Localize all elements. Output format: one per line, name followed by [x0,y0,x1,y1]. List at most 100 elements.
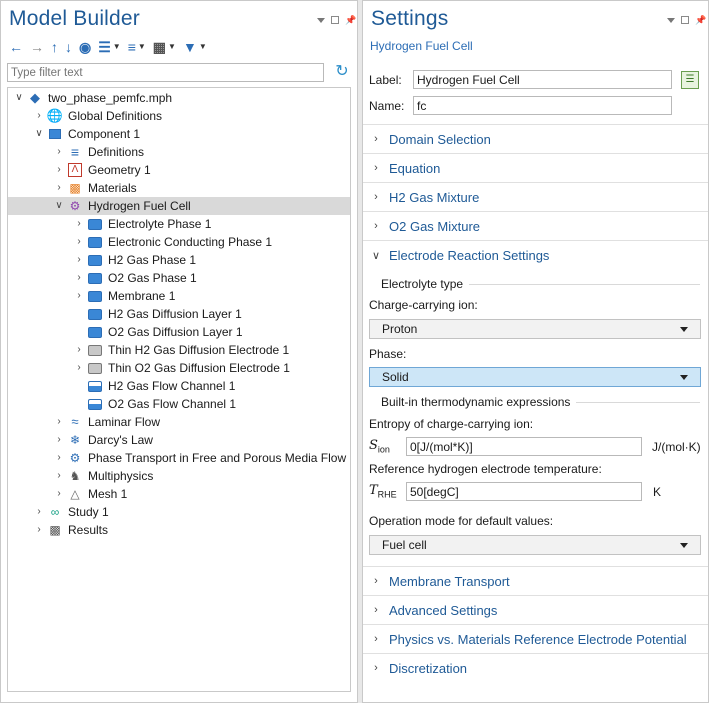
chevron-right-icon: › [374,575,378,587]
tree-node-two-phase-pemfc[interactable]: ∨ ◆ two_phase_pemfc.mph [8,89,350,107]
temperature-input[interactable]: 50[degC] [406,482,642,501]
minimize-icon[interactable] [331,16,339,24]
expand-chevron-icon[interactable]: › [54,143,64,161]
tree-node-label: Mesh 1 [88,487,128,501]
tree-node-laminar-flow[interactable]: › ≈ Laminar Flow [8,413,350,431]
minimize-icon[interactable] [681,16,689,24]
entropy-input[interactable]: 0[J/(mol*K)] [406,437,642,456]
expand-chevron-icon[interactable]: › [54,161,64,179]
tree-node-h2-gas-phase-1[interactable]: › H2 Gas Phase 1 [8,251,350,269]
tree-node-thin-o2-gas-diffusion-electrode-1[interactable]: › Thin O2 Gas Diffusion Electrode 1 [8,359,350,377]
tree-node-component-1[interactable]: ∨ Component 1 [8,125,350,143]
section-electrode-reaction-settings[interactable]: ∨ Electrode Reaction Settings [363,240,708,269]
tree-node-h2-gas-flow-channel-1[interactable]: H2 Gas Flow Channel 1 [8,377,350,395]
expand-chevron-icon[interactable]: › [34,107,44,125]
tree-node-o2-gas-diffusion-layer-1[interactable]: O2 Gas Diffusion Layer 1 [8,323,350,341]
operation-mode-select[interactable]: Fuel cell [369,535,701,555]
tree-node-hydrogen-fuel-cell[interactable]: ∨ ⚙ Hydrogen Fuel Cell [8,197,350,215]
expand-chevron-icon[interactable]: › [34,503,44,521]
expand-chevron-icon[interactable]: › [54,179,64,197]
section-h2-gas-mixture[interactable]: › H2 Gas Mixture [363,182,708,211]
tree-node-study-1[interactable]: › ∞ Study 1 [8,503,350,521]
label-edit-icon[interactable]: ☰ [681,70,699,89]
phase-select[interactable]: Solid [369,367,701,387]
entropy-unit: J/(mol·K) [652,440,701,454]
entropy-label: Entropy of charge-carrying ion: [369,417,534,431]
section-membrane-transport[interactable]: › Membrane Transport [363,566,708,595]
tree-node-global-definitions[interactable]: › 🌐 Global Definitions [8,107,350,125]
collapse-chevron-icon[interactable]: ∨ [54,197,64,215]
expand-chevron-icon[interactable]: › [54,467,64,485]
model-builder-window-controls: 📌 [317,16,356,26]
view-menu-icon[interactable] [667,18,675,26]
select-value: Proton [382,322,418,336]
results-icon: ▩ [49,523,61,537]
settings-panel: Settings 📌 Hydrogen Fuel Cell Label: Hyd… [362,0,709,703]
expand-chevron-icon[interactable]: › [54,413,64,431]
section-o2-gas-mixture[interactable]: › O2 Gas Mixture [363,211,708,240]
section-label: Advanced Settings [389,602,498,618]
expand-chevron-icon[interactable]: › [74,341,84,359]
expand-sections-icon[interactable]: ☰ ▼ [98,39,120,55]
expand-chevron-icon[interactable]: › [54,485,64,503]
section-discretization[interactable]: › Discretization [363,653,708,682]
forward-arrow-icon[interactable]: → [30,39,44,55]
tree-node-phase-transport[interactable]: › ⚙ Phase Transport in Free and Porous M… [8,449,350,467]
collapse-icon[interactable]: ≡ ▼ [128,39,146,55]
tree-filter-input[interactable] [7,63,324,82]
expand-chevron-icon[interactable]: › [34,521,44,539]
collapse-chevron-icon[interactable]: ∨ [34,125,44,143]
tree-node-darcys-law[interactable]: › ❄ Darcy's Law [8,431,350,449]
name-caption: Name: [369,98,405,113]
operation-mode-label: Operation mode for default values: [369,514,554,528]
tree-node-multiphysics[interactable]: › ♞ Multiphysics [8,467,350,485]
show-icon[interactable]: ◉ [79,39,91,55]
section-equation[interactable]: › Equation [363,153,708,182]
tree-node-membrane-1[interactable]: › Membrane 1 [8,287,350,305]
refresh-icon[interactable]: ↻ [333,63,351,81]
tree-node-thin-h2-gas-diffusion-electrode-1[interactable]: › Thin H2 Gas Diffusion Electrode 1 [8,341,350,359]
chevron-right-icon: › [374,162,378,174]
back-arrow-icon[interactable]: ← [9,39,23,55]
pin-icon[interactable]: 📌 [695,16,706,25]
build-funnel-icon[interactable]: ▼ ▼ [183,39,207,55]
view-menu-icon[interactable] [317,18,325,26]
expand-chevron-icon[interactable]: › [74,215,84,233]
tree-node-mesh-1[interactable]: › △ Mesh 1 [8,485,350,503]
tree-node-label: Geometry 1 [88,163,151,177]
mesh-icon: △ [70,487,80,501]
expand-chevron-icon[interactable]: › [74,269,84,287]
name-field[interactable]: fc [413,96,672,115]
tree-node-definitions[interactable]: › ≡ Definitions [8,143,350,161]
expand-chevron-icon[interactable]: › [74,251,84,269]
materials-icon: ▩ [69,181,81,195]
move-down-icon[interactable]: ↓ [65,39,72,55]
label-field[interactable]: Hydrogen Fuel Cell [413,70,672,89]
charge-ion-select[interactable]: Proton [369,319,701,339]
pin-icon[interactable]: 📌 [345,16,356,25]
tree-node-electrolyte-phase-1[interactable]: › Electrolyte Phase 1 [8,215,350,233]
expand-chevron-icon[interactable]: › [74,287,84,305]
collapse-chevron-icon[interactable]: ∨ [14,89,24,107]
grid-view-icon[interactable]: ▦ ▼ [153,39,176,55]
model-tree: ∨ ◆ two_phase_pemfc.mph › 🌐 Global Defin… [7,87,351,692]
tree-node-o2-gas-flow-channel-1[interactable]: O2 Gas Flow Channel 1 [8,395,350,413]
section-advanced-settings[interactable]: › Advanced Settings [363,595,708,624]
tree-node-results[interactable]: › ▩ Results [8,521,350,539]
move-up-icon[interactable]: ↑ [51,39,58,55]
expand-chevron-icon[interactable]: › [54,449,64,467]
tree-node-electronic-conducting-phase-1[interactable]: › Electronic Conducting Phase 1 [8,233,350,251]
expand-chevron-icon[interactable]: › [54,431,64,449]
section-reference-electrode-potential[interactable]: › Physics vs. Materials Reference Electr… [363,624,708,653]
diffusion-layer-icon [88,325,102,339]
phase-label: Phase: [369,347,407,361]
tree-node-geometry-1[interactable]: › Λ Geometry 1 [8,161,350,179]
settings-window-controls: 📌 [667,16,706,26]
expand-chevron-icon[interactable]: › [74,233,84,251]
expand-chevron-icon[interactable]: › [74,359,84,377]
section-domain-selection[interactable]: › Domain Selection [363,124,708,153]
temperature-symbol: TRHE [369,483,397,500]
tree-node-o2-gas-phase-1[interactable]: › O2 Gas Phase 1 [8,269,350,287]
tree-node-h2-gas-diffusion-layer-1[interactable]: H2 Gas Diffusion Layer 1 [8,305,350,323]
tree-node-materials[interactable]: › ▩ Materials [8,179,350,197]
